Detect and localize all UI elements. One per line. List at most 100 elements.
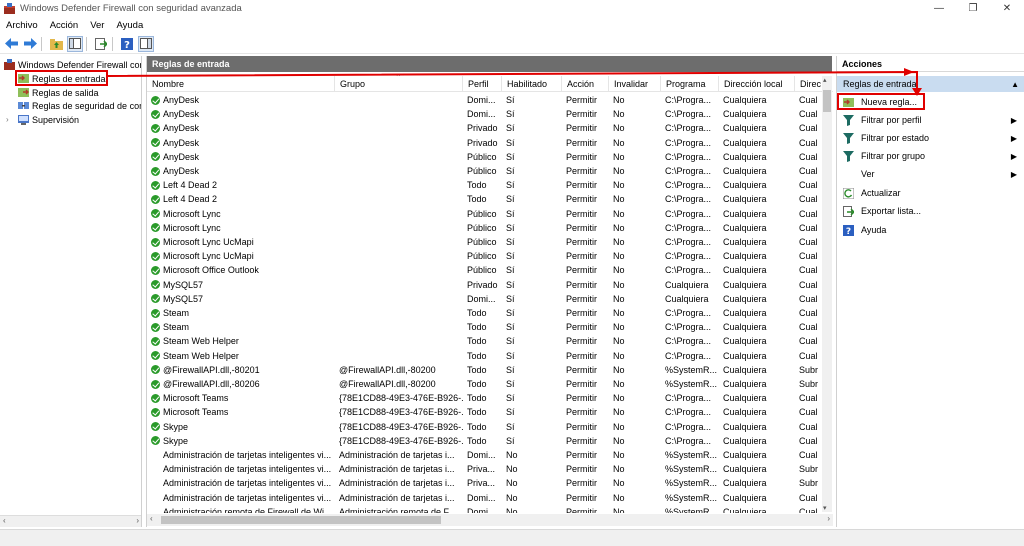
back-arrow-icon[interactable]	[3, 36, 19, 52]
cell-text: Público	[467, 151, 497, 162]
table-row[interactable]: MySQL57 Domi... Sí Permitir No Cualquiera Cual…	[147, 292, 823, 306]
table-row[interactable]: Administración remota de Firewall de Wi.…	[147, 505, 823, 513]
action-item[interactable]: ? Ayuda	[837, 222, 1024, 238]
table-row[interactable]: Skype {78E1CD88-49E3-476E-B926-... Todo Sí P…	[147, 420, 823, 434]
table-cell: Sí	[502, 363, 562, 377]
table-row[interactable]: Microsoft Teams {78E1CD88-49E3-476E-B926-…	[147, 405, 823, 419]
tree-item-supervision[interactable]: › Supervisión	[6, 113, 79, 126]
table-cell: Cualquiera	[719, 221, 795, 235]
table-row[interactable]: Left 4 Dead 2 Todo Sí Permitir No C:\Progra..…	[147, 178, 823, 192]
table-cell	[335, 192, 463, 206]
table-row[interactable]: MySQL57 Privado Sí Permitir No Cualquiera Cual…	[147, 278, 823, 292]
table-cell: C:\Progra...	[661, 207, 719, 221]
table-cell	[335, 150, 463, 164]
action-item[interactable]: Filtrar por perfil ▶	[837, 112, 1024, 128]
table-cell: Administración de tarjetas i...	[335, 476, 463, 490]
vertical-scroll-thumb[interactable]	[823, 90, 831, 112]
action-label: Ver	[861, 169, 875, 179]
table-row[interactable]: Steam Todo Sí Permitir No C:\Progra... Cualqui…	[147, 306, 823, 320]
action-item[interactable]: Exportar lista...	[837, 203, 1024, 219]
forward-arrow-icon[interactable]	[22, 36, 38, 52]
close-icon[interactable]: ✕	[990, 0, 1024, 17]
action-pane-icon[interactable]	[138, 35, 154, 52]
menu-ver[interactable]: Ver	[84, 20, 110, 31]
folder-up-icon[interactable]	[48, 36, 64, 52]
table-row[interactable]: Microsoft Lync UcMapi Público Sí Permitir No…	[147, 235, 823, 249]
action-item[interactable]: Ver ▶	[837, 166, 1024, 182]
table-row[interactable]: Left 4 Dead 2 Todo Sí Permitir No C:\Progra..…	[147, 192, 823, 206]
cell-text: Steam	[163, 308, 190, 318]
table-row[interactable]: Microsoft Lync Público Sí Permitir No C:\Prog…	[147, 207, 823, 221]
expand-chevron-icon[interactable]: ›	[6, 115, 15, 124]
column-habilitado[interactable]: Habilitado	[502, 76, 562, 92]
table-row[interactable]: Microsoft Lync Público Sí Permitir No C:\Prog…	[147, 221, 823, 235]
console-tree-icon[interactable]	[67, 35, 83, 52]
table-row[interactable]: @FirewallAPI.dll,-80206 @FirewallAPI.dll,…	[147, 377, 823, 391]
table-cell: No	[609, 505, 661, 513]
minimize-icon[interactable]: —	[922, 0, 956, 17]
tree-horizontal-scrollbar[interactable]: ‹ ›	[0, 515, 141, 527]
action-item[interactable]: Actualizar	[837, 185, 1024, 201]
table-cell: Cualquiera	[719, 292, 795, 306]
enabled-check-icon	[151, 422, 160, 432]
table-cell: Cualquiera	[661, 278, 719, 292]
table-cell: Administración de tarjetas inteligentes …	[147, 491, 335, 505]
table-cell: Cual	[795, 121, 823, 135]
column-direccion-local[interactable]: Dirección local	[719, 76, 795, 92]
table-row[interactable]: Steam Todo Sí Permitir No C:\Progra... Cualqui…	[147, 320, 823, 334]
cell-text: Todo	[467, 393, 487, 404]
table-row[interactable]: Administración de tarjetas inteligentes …	[147, 462, 823, 476]
table-row[interactable]: @FirewallAPI.dll,-80201 @FirewallAPI.dll,…	[147, 363, 823, 377]
table-row[interactable]: AnyDesk Público Sí Permitir No C:\Progra... Cu…	[147, 150, 823, 164]
enabled-check-icon	[151, 152, 160, 162]
rules-vertical-scrollbar[interactable]: ▴ ▾	[822, 76, 832, 512]
action-item[interactable]: Filtrar por estado ▶	[837, 130, 1024, 146]
column-invalidar[interactable]: Invalidar	[609, 76, 661, 92]
cell-text: C:\Progra...	[665, 109, 712, 120]
table-row[interactable]: AnyDesk Privado Sí Permitir No C:\Progra... Cu…	[147, 136, 823, 150]
table-row[interactable]: Skype {78E1CD88-49E3-476E-B926-... Todo Sí P…	[147, 434, 823, 448]
table-cell: No	[609, 278, 661, 292]
table-row[interactable]: AnyDesk Domi... Sí Permitir No C:\Progra... Cu…	[147, 107, 823, 121]
table-row[interactable]: Steam Web Helper Todo Sí Permitir No C:\Progr…	[147, 334, 823, 348]
menu-ayuda[interactable]: Ayuda	[110, 20, 149, 31]
tree-item-reglas-salida[interactable]: Reglas de salida	[18, 86, 99, 99]
rules-horizontal-scrollbar[interactable]: ‹ ›	[147, 514, 833, 526]
column-direccion-remota[interactable]: Direc	[795, 76, 823, 92]
table-row[interactable]: Microsoft Teams {78E1CD88-49E3-476E-B926-…	[147, 391, 823, 405]
column-perfil[interactable]: Perfil	[463, 76, 502, 92]
column-programa[interactable]: Programa	[661, 76, 719, 92]
table-cell: Cual	[795, 334, 823, 348]
actions-section-reglas-entrada[interactable]: Reglas de entrada ▲	[837, 76, 1024, 92]
table-cell: Sí	[502, 107, 562, 121]
table-cell: No	[609, 164, 661, 178]
table-cell: No	[609, 249, 661, 263]
column-nombre[interactable]: Nombre	[147, 76, 335, 92]
table-row[interactable]: AnyDesk Público Sí Permitir No C:\Progra... Cu…	[147, 164, 823, 178]
table-row[interactable]: Microsoft Office Outlook Público Sí Permiti…	[147, 263, 823, 277]
table-row[interactable]: Microsoft Lync UcMapi Público Sí Permitir No…	[147, 249, 823, 263]
table-row[interactable]: AnyDesk Domi... Sí Permitir No C:\Progra... Cu…	[147, 93, 823, 107]
collapse-caret-icon[interactable]: ▲	[1011, 80, 1019, 89]
rules-pane: Reglas de entrada Nombre Grupo Perfil Ha…	[146, 56, 833, 527]
table-row[interactable]: AnyDesk Privado Sí Permitir No C:\Progra... Cu…	[147, 121, 823, 135]
disabled-rule-icon	[151, 465, 160, 474]
column-accion[interactable]: Acción	[562, 76, 609, 92]
tree-item-reglas-seguridad[interactable]: Reglas de seguridad de con	[18, 99, 141, 112]
help-toolbar-icon[interactable]: ?	[119, 36, 135, 52]
table-row[interactable]: Administración de tarjetas inteligentes …	[147, 491, 823, 505]
cell-text: Cualquiera	[723, 506, 767, 513]
table-row[interactable]: Administración de tarjetas inteligentes …	[147, 448, 823, 462]
menu-archivo[interactable]: Archivo	[0, 20, 44, 31]
action-item[interactable]: Filtrar por grupo ▶	[837, 148, 1024, 164]
menu-accion[interactable]: Acción	[44, 20, 85, 31]
cell-text: C:\Progra...	[665, 421, 712, 432]
export-toolbar-icon[interactable]	[93, 36, 109, 52]
horizontal-scroll-thumb[interactable]	[161, 516, 441, 524]
restore-icon[interactable]: ❐	[956, 0, 990, 17]
table-row[interactable]: Steam Web Helper Todo Sí Permitir No C:\Progr…	[147, 349, 823, 363]
table-cell: C:\Progra...	[661, 420, 719, 434]
cell-text: C:\Progra...	[665, 336, 712, 347]
toolbar: ?	[0, 34, 1024, 54]
table-row[interactable]: Administración de tarjetas inteligentes …	[147, 476, 823, 490]
